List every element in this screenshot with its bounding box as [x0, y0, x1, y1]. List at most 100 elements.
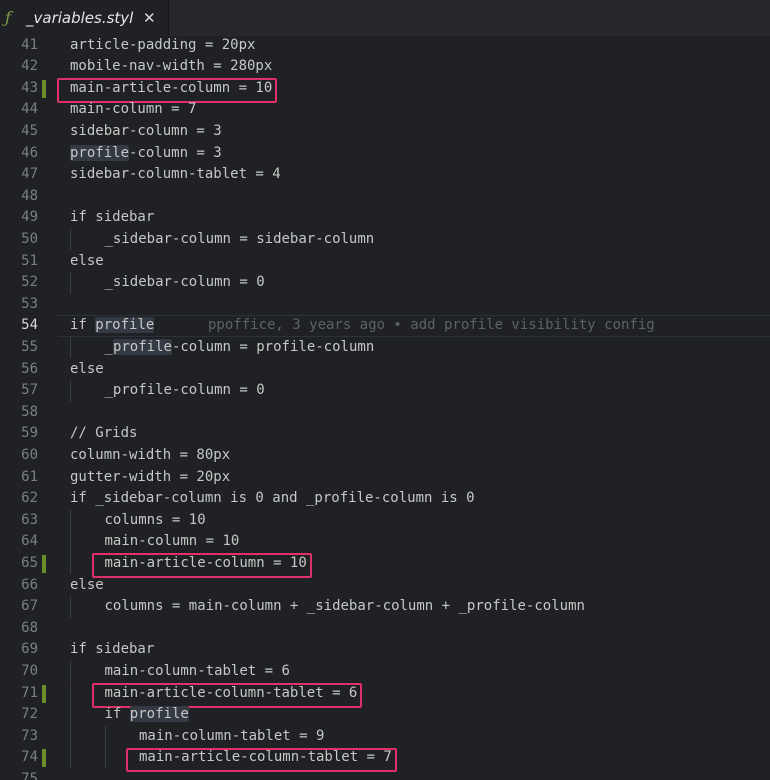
code-text[interactable]: main-article-column-tablet = 6 — [105, 683, 358, 705]
code-line[interactable]: 63 columns = 10 — [0, 509, 770, 532]
code-text[interactable]: columns = 10 — [105, 510, 206, 532]
line-number: 45 — [21, 122, 38, 139]
code-line[interactable]: 56 else — [0, 359, 770, 381]
line-number: 58 — [21, 403, 38, 420]
indent-guide — [104, 747, 106, 769]
code-line[interactable]: 50 _sidebar-column = sidebar-column — [0, 228, 770, 251]
editor-window: ƒ _variables.styl ✕ 41 article-padding = … — [0, 0, 770, 780]
code-line[interactable]: 55 _profile-column = profile-column — [0, 336, 770, 359]
code-line[interactable]: 45 sidebar-column = 3 — [0, 121, 770, 143]
code-line[interactable]: 42 mobile-nav-width = 280px — [0, 56, 770, 78]
code-text[interactable]: sidebar-column = 3 — [70, 121, 222, 143]
line-number: 56 — [21, 360, 38, 377]
code-text[interactable]: sidebar-column-tablet = 4 — [70, 164, 281, 186]
code-text[interactable]: if sidebar — [70, 207, 154, 229]
code-text[interactable]: if profile — [70, 315, 155, 337]
line-number: 53 — [21, 295, 38, 312]
code-text[interactable]: if _sidebar-column is 0 and _profile-col… — [70, 488, 475, 510]
word-highlight: profile — [129, 706, 189, 723]
code-text[interactable]: main-column = 10 — [105, 531, 240, 553]
code-text[interactable]: _profile-column = 0 — [105, 380, 265, 402]
code-line[interactable]: 59 // Grids — [0, 423, 770, 445]
code-line[interactable]: 70 main-column-tablet = 6 — [0, 660, 770, 683]
git-modified-marker[interactable] — [42, 79, 46, 98]
line-number: 66 — [21, 576, 38, 593]
stylus-file-icon: ƒ — [5, 8, 11, 27]
code-line[interactable]: 69 if sidebar — [0, 639, 770, 661]
git-modified-marker[interactable] — [42, 749, 46, 768]
code-text[interactable]: main-column-tablet = 9 — [139, 726, 324, 748]
code-text[interactable]: if profile — [105, 704, 189, 726]
code-line[interactable]: 48 — [0, 186, 770, 208]
indent-guide — [70, 747, 71, 769]
code-line[interactable]: 67 columns = main-column + _sidebar-colum… — [0, 596, 770, 618]
code-text[interactable]: main-column = 7 — [70, 99, 196, 121]
code-line[interactable]: 72 if profile — [0, 704, 770, 726]
code-text[interactable]: main-article-column = 10 — [70, 78, 272, 100]
code-text[interactable]: article-padding = 20px — [70, 36, 255, 56]
code-line[interactable]: 64 main-column = 10 — [0, 531, 770, 553]
line-number: 50 — [21, 230, 38, 247]
code-text[interactable]: // Grids — [70, 423, 137, 445]
code-text[interactable]: gutter-width = 20px — [70, 467, 230, 489]
line-number: 65 — [21, 554, 38, 571]
code-line[interactable]: 57 _profile-column = 0 — [0, 380, 770, 402]
git-modified-marker[interactable] — [42, 684, 46, 703]
code-line[interactable]: 73 main-column-tablet = 9 — [0, 725, 770, 748]
code-text[interactable]: columns = main-column + _sidebar-column … — [105, 596, 585, 618]
line-number: 41 — [21, 36, 38, 53]
line-number: 59 — [21, 425, 38, 442]
code-text[interactable]: if sidebar — [70, 639, 154, 661]
indent-guide — [70, 336, 71, 359]
code-line[interactable]: 49 if sidebar — [0, 207, 770, 229]
line-number: 72 — [21, 706, 38, 723]
line-number: 52 — [21, 274, 38, 291]
code-line[interactable]: 41 article-padding = 20px — [0, 36, 770, 56]
code-text[interactable]: column-width = 80px — [70, 445, 230, 467]
code-line[interactable]: 74 main-article-column-tablet = 7 — [0, 747, 770, 769]
code-text[interactable]: else — [70, 359, 104, 381]
tab-variables-styl[interactable]: ƒ _variables.styl ✕ — [0, 0, 169, 36]
code-text[interactable]: main-column-tablet = 6 — [105, 661, 290, 683]
code-line[interactable]: 62 if _sidebar-column is 0 and _profile-c… — [0, 488, 770, 510]
code-line[interactable]: 68 — [0, 618, 770, 640]
code-text[interactable]: else — [70, 251, 104, 273]
word-highlight: profile — [70, 144, 130, 161]
close-icon[interactable]: ✕ — [143, 8, 156, 28]
code-line[interactable]: 52 _sidebar-column = 0 — [0, 272, 770, 294]
indent-guide — [70, 380, 71, 402]
code-line[interactable]: 58 — [0, 402, 770, 424]
code-line[interactable]: 51 else — [0, 251, 770, 273]
code-text[interactable]: else — [70, 575, 104, 597]
code-editor[interactable]: 41 article-padding = 20px 42 mobile-nav-wid… — [0, 36, 770, 780]
code-text[interactable]: mobile-nav-width = 280px — [70, 56, 272, 78]
code-line[interactable]: 46 profile-column = 3 — [0, 143, 770, 165]
code-text[interactable]: _sidebar-column = 0 — [105, 272, 265, 294]
code-line[interactable]: 66 else — [0, 575, 770, 597]
code-line[interactable]: 60 column-width = 80px — [0, 445, 770, 467]
code-line[interactable]: 53 — [0, 294, 770, 316]
indent-guide — [70, 509, 71, 532]
indent-guide — [70, 272, 71, 294]
code-line[interactable]: 44 main-column = 7 — [0, 99, 770, 121]
code-line[interactable]: 47 sidebar-column-tablet = 4 — [0, 164, 770, 186]
code-text[interactable]: main-article-column-tablet = 7 — [139, 747, 392, 769]
line-number: 71 — [21, 684, 38, 701]
line-number: 51 — [21, 252, 38, 269]
code-line[interactable]: 71 main-article-column-tablet = 6 — [0, 682, 770, 705]
git-modified-marker[interactable] — [42, 554, 46, 573]
indent-guide — [70, 725, 71, 748]
indent-guide — [70, 682, 71, 705]
indent-guide — [104, 725, 106, 748]
line-number: 73 — [21, 727, 38, 744]
code-line[interactable]: 43 main-article-column = 10 — [0, 78, 770, 100]
code-text[interactable]: main-article-column = 10 — [105, 553, 307, 575]
code-line[interactable]: 65 main-article-column = 10 — [0, 552, 770, 575]
code-text[interactable]: _profile-column = profile-column — [105, 337, 374, 359]
code-line[interactable]: 54 if profile ppoffice, 3 years ago • add … — [0, 315, 770, 337]
code-line[interactable]: 61 gutter-width = 20px — [0, 467, 770, 489]
line-number: 48 — [21, 187, 38, 204]
code-text[interactable]: _sidebar-column = sidebar-column — [105, 229, 375, 251]
code-text[interactable]: profile-column = 3 — [70, 143, 222, 165]
code-line[interactable]: 75 — [0, 769, 770, 780]
